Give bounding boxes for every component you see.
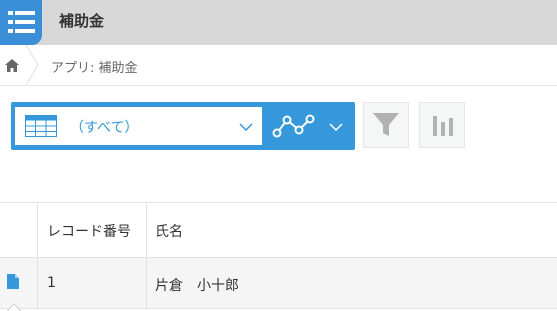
breadcrumb-app-link[interactable]: アプリ: 補助金 [51, 57, 138, 76]
table-view-icon [25, 115, 57, 137]
row-action-caret-icon [7, 303, 21, 311]
app-header: 補助金 [0, 0, 557, 45]
list-icon[interactable] [0, 0, 42, 45]
table-row[interactable]: 1 片倉 小十郎 [0, 257, 557, 309]
line-graph-icon [272, 114, 315, 138]
column-header-name[interactable]: 氏名 [155, 221, 183, 241]
graph-dropdown-button[interactable] [325, 107, 347, 145]
cell-record-number: 1 [47, 275, 56, 291]
bar-chart-icon [433, 116, 453, 136]
chevron-down-icon [239, 123, 253, 131]
graph-settings-button[interactable] [419, 102, 465, 148]
app-title: 補助金 [59, 12, 105, 30]
graph-button[interactable] [268, 107, 320, 145]
cell-name: 片倉 小十郎 [155, 278, 239, 294]
view-select[interactable]: （すべて） [15, 107, 262, 145]
column-header-record-number[interactable]: レコード番号 [47, 221, 131, 241]
breadcrumb-separator-icon [25, 45, 39, 85]
chevron-down-icon [329, 123, 343, 131]
table-header: レコード番号 氏名 [0, 202, 557, 257]
breadcrumb: アプリ: 補助金 [0, 45, 557, 86]
record-detail-icon[interactable] [7, 274, 19, 289]
filter-button[interactable] [363, 102, 409, 148]
view-select-value: （すべて） [70, 120, 139, 136]
home-icon [5, 59, 19, 72]
filter-icon [373, 113, 399, 136]
